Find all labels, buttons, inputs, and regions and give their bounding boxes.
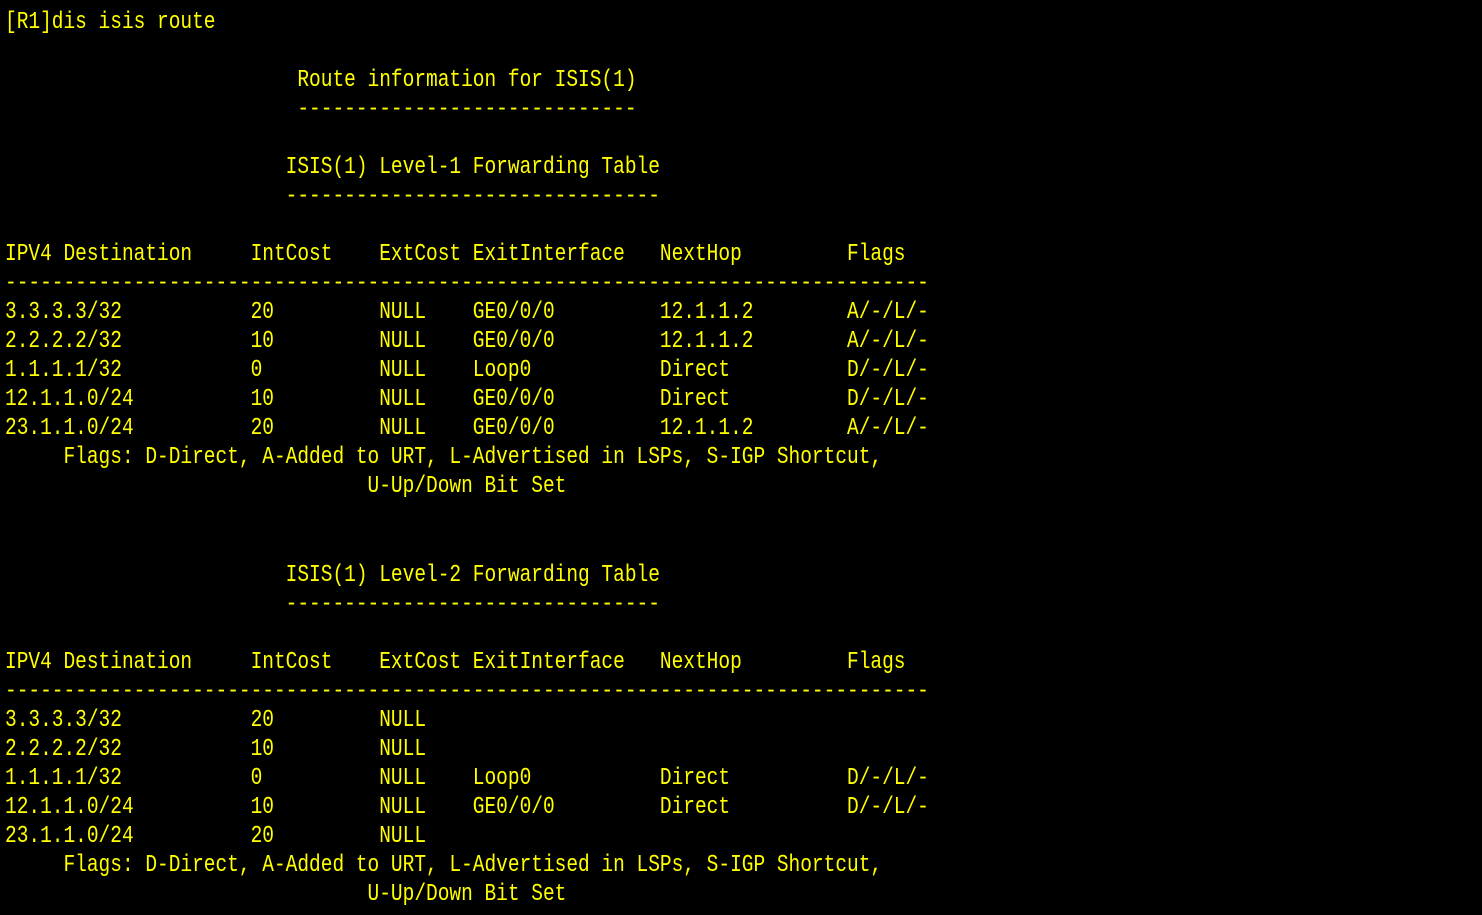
level1-table-title: ISIS(1) Level-1 Forwarding Table xyxy=(5,154,660,181)
level2-route-row: 1.1.1.1/32 0 NULL Loop0 Direct D/-/L/- xyxy=(5,765,929,792)
level1-flags-legend: Flags: D-Direct, A-Added to URT, L-Adver… xyxy=(5,444,883,471)
level2-route-row: 2.2.2.2/32 10 NULL xyxy=(5,736,427,763)
level2-flags-legend: Flags: D-Direct, A-Added to URT, L-Adver… xyxy=(5,852,883,879)
level2-table-title-underline: -------------------------------- xyxy=(5,591,660,618)
command-line: [R1]dis isis route xyxy=(5,9,216,36)
level2-route-row: 23.1.1.0/24 20 NULL xyxy=(5,823,427,850)
level2-route-row: 3.3.3.3/32 20 NULL xyxy=(5,707,427,734)
level1-route-row: 3.3.3.3/32 20 NULL GE0/0/0 12.1.1.2 A/-/… xyxy=(5,299,929,326)
terminal-window[interactable]: [R1]dis isis route Route information for… xyxy=(0,0,1482,915)
level2-route-row: 12.1.1.0/24 10 NULL GE0/0/0 Direct D/-/L… xyxy=(5,794,929,821)
level1-route-row: 1.1.1.1/32 0 NULL Loop0 Direct D/-/L/- xyxy=(5,357,929,384)
level1-route-row: 2.2.2.2/32 10 NULL GE0/0/0 12.1.1.2 A/-/… xyxy=(5,328,929,355)
level1-route-row: 12.1.1.0/24 10 NULL GE0/0/0 Direct D/-/L… xyxy=(5,386,929,413)
level2-table-title: ISIS(1) Level-2 Forwarding Table xyxy=(5,562,660,589)
level1-column-headers: IPV4 Destination IntCost ExtCost ExitInt… xyxy=(5,241,906,268)
level2-header-separator: ----------------------------------------… xyxy=(5,678,929,705)
level1-header-separator: ----------------------------------------… xyxy=(5,270,929,297)
level2-column-headers: IPV4 Destination IntCost ExtCost ExitInt… xyxy=(5,649,906,676)
route-info-underline: ----------------------------- xyxy=(5,96,637,123)
level1-route-row: 23.1.1.0/24 20 NULL GE0/0/0 12.1.1.2 A/-… xyxy=(5,415,929,442)
level1-flags-legend-continued: U-Up/Down Bit Set xyxy=(5,473,567,500)
level2-flags-legend-continued: U-Up/Down Bit Set xyxy=(5,881,567,908)
route-info-title: Route information for ISIS(1) xyxy=(5,67,637,94)
level1-table-title-underline: -------------------------------- xyxy=(5,183,660,210)
